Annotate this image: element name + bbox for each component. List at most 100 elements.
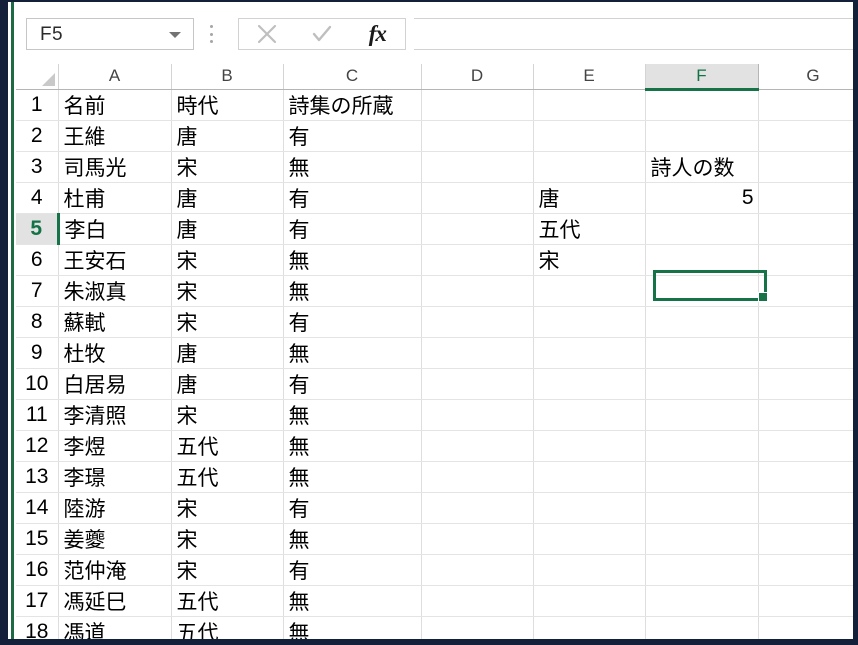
cell-C11[interactable]: 無 [283,399,422,431]
cell-F9[interactable] [645,337,759,369]
cell-A9[interactable]: 杜牧 [58,337,172,369]
cell-D18[interactable] [421,616,534,639]
column-header-d[interactable]: D [421,64,534,90]
cell-G7[interactable] [758,275,853,307]
cell-B8[interactable]: 宋 [171,306,284,338]
cell-A15[interactable]: 姜夔 [58,523,172,555]
cell-D13[interactable] [421,461,534,493]
cell-B10[interactable]: 唐 [171,368,284,400]
cell-E9[interactable] [533,337,646,369]
cell-D14[interactable] [421,492,534,524]
cell-D6[interactable] [421,244,534,276]
cell-D17[interactable] [421,585,534,617]
enter-button[interactable] [294,19,349,49]
cell-E2[interactable] [533,120,646,152]
cell-A10[interactable]: 白居易 [58,368,172,400]
name-box[interactable]: F5 [26,18,194,50]
cell-A14[interactable]: 陸游 [58,492,172,524]
cell-C3[interactable]: 無 [283,151,422,183]
cell-C16[interactable]: 有 [283,554,422,586]
cell-A7[interactable]: 朱淑真 [58,275,172,307]
row-header-7[interactable]: 7 [16,275,59,307]
cell-C14[interactable]: 有 [283,492,422,524]
cell-F13[interactable] [645,461,759,493]
cell-A5[interactable]: 李白 [58,213,172,245]
cell-D9[interactable] [421,337,534,369]
cell-E17[interactable] [533,585,646,617]
row-header-3[interactable]: 3 [16,151,59,183]
cell-C13[interactable]: 無 [283,461,422,493]
cell-G3[interactable] [758,151,853,183]
row-header-18[interactable]: 18 [16,616,59,639]
cell-D7[interactable] [421,275,534,307]
cell-C15[interactable]: 無 [283,523,422,555]
cell-C4[interactable]: 有 [283,182,422,214]
cell-G13[interactable] [758,461,853,493]
cell-D2[interactable] [421,120,534,152]
row-header-15[interactable]: 15 [16,523,59,555]
formula-input[interactable] [414,18,853,50]
cell-C1[interactable]: 詩集の所蔵 [283,89,422,121]
cell-E5[interactable]: 五代 [533,213,646,245]
column-header-e[interactable]: E [533,64,646,90]
column-header-b[interactable]: B [171,64,284,90]
row-header-4[interactable]: 4 [16,182,59,214]
cell-B2[interactable]: 唐 [171,120,284,152]
cell-B16[interactable]: 宋 [171,554,284,586]
cell-F3[interactable]: 詩人の数 [645,151,759,183]
cell-B7[interactable]: 宋 [171,275,284,307]
cell-C7[interactable]: 無 [283,275,422,307]
cell-D1[interactable] [421,89,534,121]
cell-G11[interactable] [758,399,853,431]
cell-D3[interactable] [421,151,534,183]
column-header-a[interactable]: A [58,64,172,90]
row-header-13[interactable]: 13 [16,461,59,493]
row-header-17[interactable]: 17 [16,585,59,617]
cell-G8[interactable] [758,306,853,338]
cell-A16[interactable]: 范仲淹 [58,554,172,586]
cell-D5[interactable] [421,213,534,245]
cell-F12[interactable] [645,430,759,462]
cell-F18[interactable] [645,616,759,639]
select-all-button[interactable] [16,64,59,90]
cell-A12[interactable]: 李煜 [58,430,172,462]
cell-B18[interactable]: 五代 [171,616,284,639]
row-header-11[interactable]: 11 [16,399,59,431]
cell-D12[interactable] [421,430,534,462]
cell-B3[interactable]: 宋 [171,151,284,183]
fill-handle[interactable] [758,292,768,302]
cell-B6[interactable]: 宋 [171,244,284,276]
cell-F5[interactable] [645,213,759,245]
cell-A1[interactable]: 名前 [58,89,172,121]
cell-B17[interactable]: 五代 [171,585,284,617]
cell-C9[interactable]: 無 [283,337,422,369]
row-header-12[interactable]: 12 [16,430,59,462]
cell-C5[interactable]: 有 [283,213,422,245]
row-header-6[interactable]: 6 [16,244,59,276]
chevron-down-icon[interactable] [169,32,181,38]
cell-E6[interactable]: 宋 [533,244,646,276]
row-header-16[interactable]: 16 [16,554,59,586]
cell-E15[interactable] [533,523,646,555]
cell-G2[interactable] [758,120,853,152]
cell-E16[interactable] [533,554,646,586]
cell-A13[interactable]: 李璟 [58,461,172,493]
cell-E4[interactable]: 唐 [533,182,646,214]
cell-B9[interactable]: 唐 [171,337,284,369]
cell-B1[interactable]: 時代 [171,89,284,121]
cell-G18[interactable] [758,616,853,639]
cell-G17[interactable] [758,585,853,617]
cell-G1[interactable] [758,89,853,121]
cell-C17[interactable]: 無 [283,585,422,617]
row-header-1[interactable]: 1 [16,89,59,121]
cell-E18[interactable] [533,616,646,639]
cell-D11[interactable] [421,399,534,431]
cell-G9[interactable] [758,337,853,369]
cell-F16[interactable] [645,554,759,586]
column-header-c[interactable]: C [283,64,422,90]
cell-E13[interactable] [533,461,646,493]
cancel-button[interactable] [239,19,294,49]
cell-G15[interactable] [758,523,853,555]
cell-A17[interactable]: 馮延巳 [58,585,172,617]
cell-E7[interactable] [533,275,646,307]
